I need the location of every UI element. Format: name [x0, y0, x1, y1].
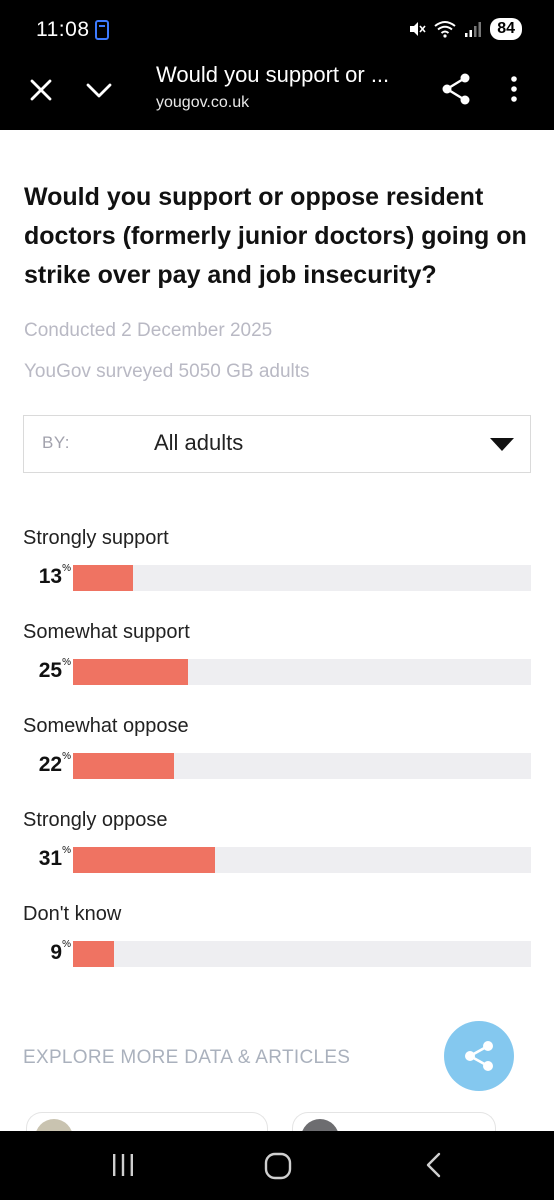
result-bar-fill [73, 753, 174, 779]
result-bar-track [73, 941, 531, 967]
result-row: Somewhat oppose 22% [23, 715, 531, 809]
back-icon[interactable] [424, 1151, 444, 1179]
result-row: Don't know 9% [23, 903, 531, 997]
result-row: Somewhat support 25% [23, 621, 531, 715]
browser-toolbar: Would you support or ... yougov.co.uk [0, 60, 554, 130]
status-icons: 84 [408, 18, 522, 40]
result-bar-fill [73, 659, 188, 685]
wifi-icon [434, 21, 456, 38]
answer-label: Strongly support [23, 527, 169, 549]
share-icon[interactable] [440, 72, 472, 106]
caret-down-icon [490, 438, 514, 451]
results-list: Strongly support 13% Somewhat support 25… [23, 527, 531, 997]
answer-percent: 31% [38, 845, 71, 870]
answer-percent: 9% [50, 939, 71, 964]
audience-dropdown[interactable]: BY: All adults [23, 415, 531, 473]
battery-level: 84 [490, 18, 522, 40]
system-nav-bar [0, 1131, 554, 1200]
page-url: yougov.co.uk [156, 94, 250, 111]
signal-icon [465, 22, 482, 37]
poll-question: Would you support or oppose resident doc… [24, 183, 527, 289]
chevron-down-icon[interactable] [84, 75, 114, 105]
result-bar-fill [73, 941, 115, 967]
share-icon [465, 1041, 493, 1071]
conducted-date: Conducted 2 December 2025 [24, 320, 273, 341]
answer-percent: 13% [38, 563, 71, 588]
answer-percent: 22% [38, 751, 71, 776]
result-bar-fill [73, 847, 215, 873]
answer-label: Strongly oppose [23, 809, 168, 831]
status-bar: 11:08 84 [0, 0, 554, 60]
dropdown-value: All adults [154, 430, 244, 455]
answer-label: Somewhat oppose [23, 715, 189, 737]
sample-info: YouGov surveyed 5050 GB adults [24, 361, 310, 382]
result-bar-track [73, 847, 531, 873]
share-fab-button[interactable] [444, 1021, 514, 1091]
result-row: Strongly support 13% [23, 527, 531, 621]
dropdown-label: BY: [42, 433, 70, 452]
screen-icon [95, 20, 109, 40]
answer-label: Somewhat support [23, 621, 190, 643]
recent-apps-icon[interactable] [111, 1152, 135, 1178]
explore-heading: EXPLORE MORE DATA & ARTICLES [23, 1047, 351, 1068]
result-bar-track [73, 565, 531, 591]
result-bar-track [73, 659, 531, 685]
page-title: Would you support or ... [156, 62, 390, 87]
mute-icon [410, 22, 426, 36]
answer-label: Don't know [23, 903, 122, 925]
more-vert-icon[interactable] [504, 74, 524, 104]
status-time: 11:08 [36, 18, 90, 41]
home-icon[interactable] [264, 1152, 292, 1180]
result-row: Strongly oppose 31% [23, 809, 531, 903]
answer-percent: 25% [38, 657, 71, 682]
close-icon[interactable] [26, 75, 56, 105]
result-bar-track [73, 753, 531, 779]
result-bar-fill [73, 565, 133, 591]
